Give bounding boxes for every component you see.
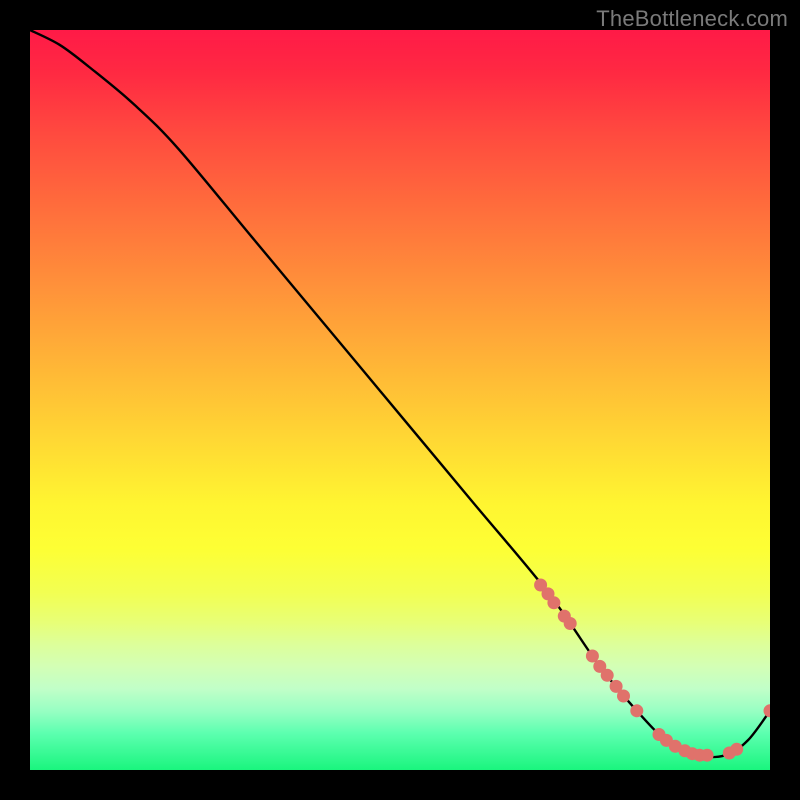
data-marker bbox=[547, 596, 560, 609]
data-marker bbox=[764, 704, 771, 717]
data-marker bbox=[730, 743, 743, 756]
watermark-text: TheBottleneck.com bbox=[596, 6, 788, 32]
curve-markers bbox=[534, 579, 770, 762]
curve-svg bbox=[30, 30, 770, 770]
data-marker bbox=[617, 690, 630, 703]
main-curve bbox=[30, 30, 770, 757]
plot-area bbox=[30, 30, 770, 770]
data-marker bbox=[564, 617, 577, 630]
data-marker bbox=[630, 704, 643, 717]
chart-frame: TheBottleneck.com bbox=[0, 0, 800, 800]
data-marker bbox=[586, 650, 599, 663]
data-marker bbox=[701, 749, 714, 762]
data-marker bbox=[601, 669, 614, 682]
